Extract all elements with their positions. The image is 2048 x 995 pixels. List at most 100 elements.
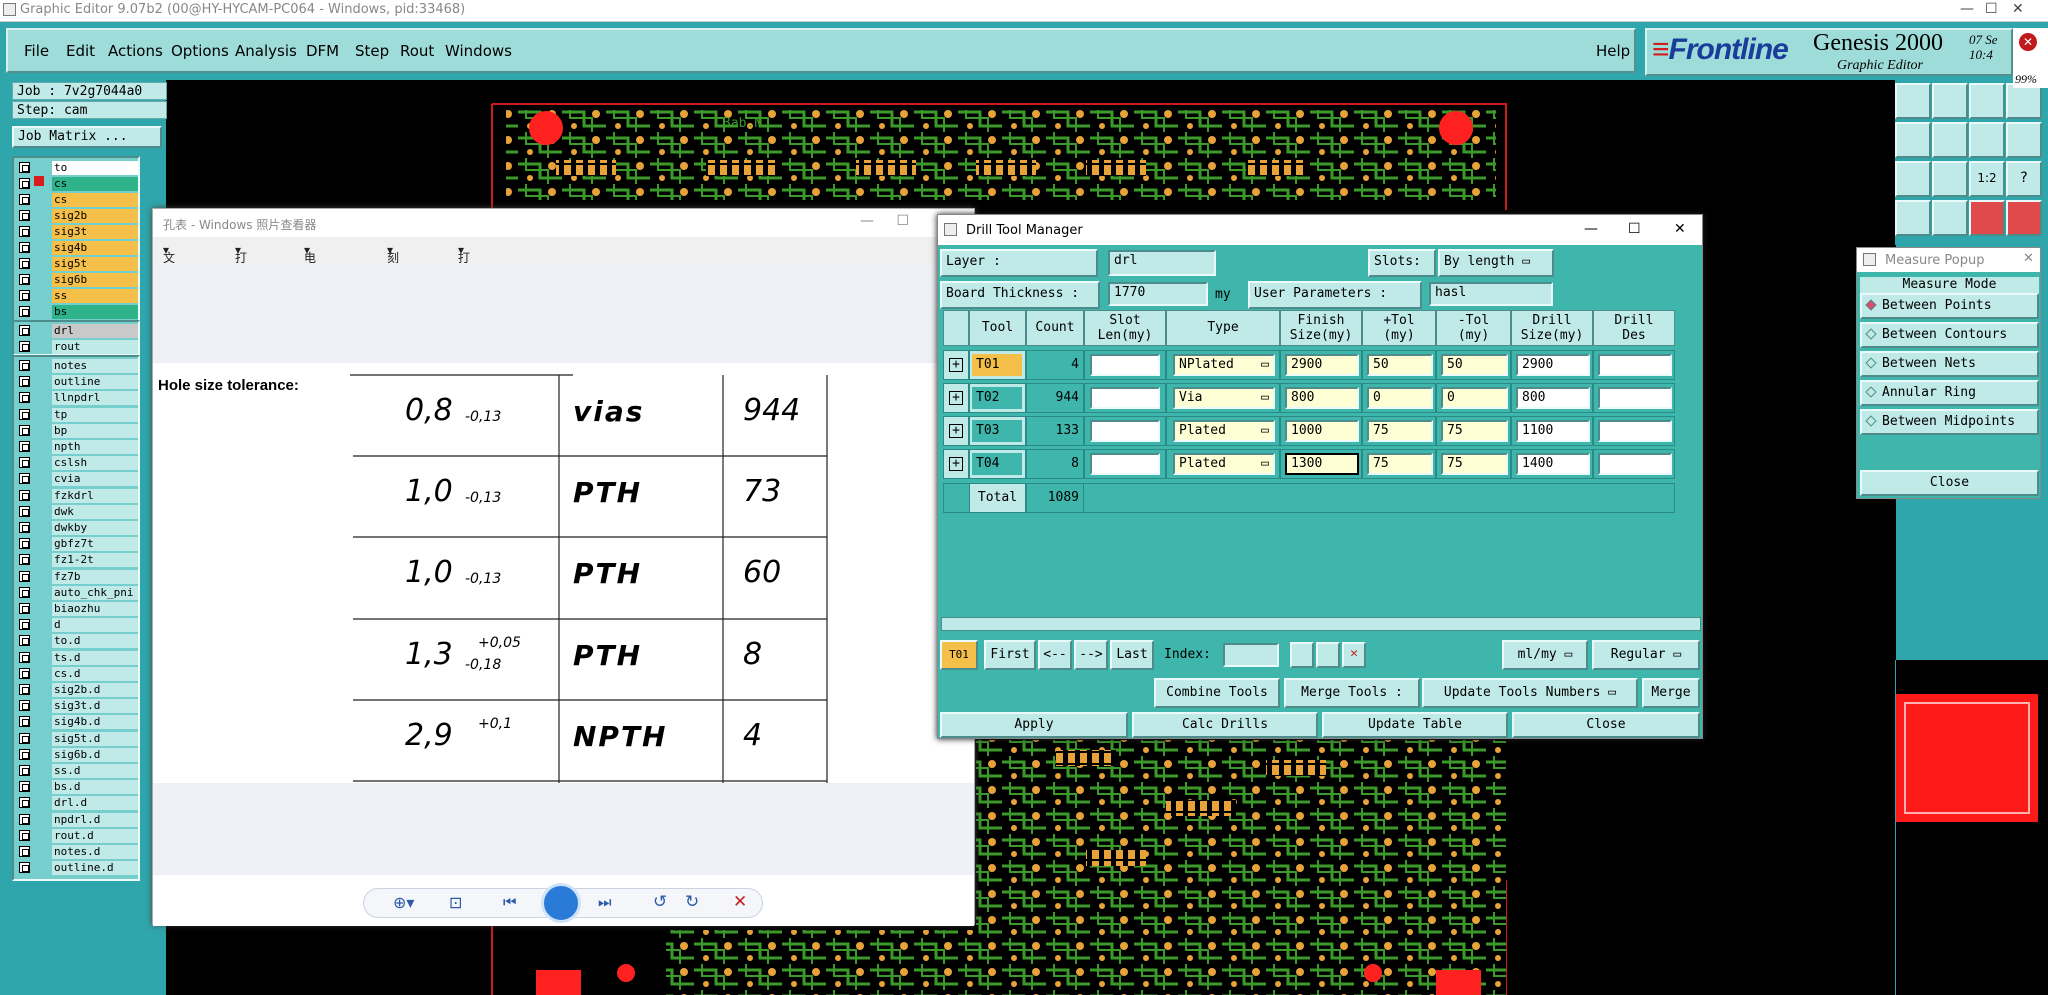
layer-checkbox[interactable]: [19, 748, 30, 760]
layer-checkbox[interactable]: [19, 441, 30, 452]
save-icon[interactable]: [1932, 83, 1968, 119]
layer-row[interactable]: llnpdrl: [14, 390, 138, 406]
drill-size-input[interactable]: 800: [1516, 387, 1590, 409]
close-icon[interactable]: ✕: [2012, 1, 2024, 17]
tool-cell[interactable]: T04: [969, 449, 1026, 479]
layer-row[interactable]: npdrl.d: [14, 812, 138, 828]
apply-button[interactable]: Apply: [940, 712, 1128, 738]
layer-checkbox[interactable]: [19, 651, 30, 663]
layer-row[interactable]: rout.d: [14, 828, 138, 844]
plus-tol-input[interactable]: 0: [1367, 387, 1433, 409]
layer-row[interactable]: sig2b.d: [14, 682, 138, 698]
measure-close-icon[interactable]: ✕: [2023, 251, 2034, 266]
layer-row[interactable]: rout: [14, 339, 138, 355]
layer-checkbox[interactable]: [19, 554, 30, 566]
layer-checkbox[interactable]: [19, 684, 30, 695]
layer-row[interactable]: fz1-2t: [14, 552, 138, 568]
layer-row[interactable]: bs.d: [14, 779, 138, 795]
layer-checkbox[interactable]: [19, 586, 30, 598]
layer-row[interactable]: drl.d: [14, 795, 138, 811]
between-contours-option[interactable]: Between Contours: [1860, 322, 2039, 348]
slot-len-input[interactable]: [1090, 354, 1160, 376]
job-matrix-button[interactable]: Job Matrix ...: [12, 126, 162, 148]
next-icon[interactable]: ⏭: [598, 893, 612, 911]
layer-checkbox[interactable]: [19, 242, 30, 253]
layer-checkbox[interactable]: [19, 274, 30, 285]
layer-checkbox[interactable]: [19, 457, 30, 469]
menu-help[interactable]: Help: [1596, 42, 1630, 60]
swap-icon[interactable]: [1969, 122, 2005, 158]
slots-dropdown[interactable]: By length ▭: [1438, 249, 1554, 277]
layer-checkbox[interactable]: [19, 603, 30, 614]
zoom-icon[interactable]: ⊕▾: [393, 893, 414, 912]
drill-size-input[interactable]: 2900: [1516, 354, 1590, 376]
merge-button[interactable]: Merge: [1642, 678, 1700, 708]
maximize-icon[interactable]: ☐: [1985, 1, 1998, 17]
pin-icon[interactable]: [1932, 200, 1968, 236]
layer-row[interactable]: fz7b: [14, 569, 138, 585]
layer-row[interactable]: auto_chk_pni: [14, 585, 138, 601]
type-dropdown[interactable]: Via ▭: [1173, 387, 1275, 409]
layer-checkbox[interactable]: [19, 846, 30, 857]
photo-maximize-icon[interactable]: ☐: [896, 213, 909, 229]
layer-checkbox[interactable]: [19, 360, 30, 371]
drill-des-input[interactable]: [1598, 387, 1672, 409]
layer-checkbox[interactable]: [19, 325, 30, 336]
layer-row[interactable]: notes.d: [14, 844, 138, 860]
layer-row[interactable]: fzkdrl: [14, 488, 138, 504]
drill-des-input[interactable]: [1598, 354, 1672, 376]
zoom-center-icon[interactable]: [1932, 161, 1968, 197]
layer-checkbox[interactable]: [19, 732, 30, 744]
close-button[interactable]: Close: [1512, 712, 1700, 738]
between-midpoints-option[interactable]: Between Midpoints: [1860, 409, 2039, 435]
row-select-icon[interactable]: +: [943, 449, 969, 479]
type-dropdown[interactable]: Plated ▭: [1173, 453, 1275, 475]
row-select-icon[interactable]: +: [943, 416, 969, 446]
between-nets-option[interactable]: Between Nets: [1860, 351, 2039, 377]
photo-menu-email[interactable]: 电子邮件(E) ▾: [304, 243, 321, 331]
layer-row[interactable]: ts.d: [14, 650, 138, 666]
layer-checkbox[interactable]: [19, 813, 30, 825]
layer-checkbox[interactable]: [19, 306, 30, 317]
layer-row[interactable]: npth: [14, 439, 138, 455]
tool-cell[interactable]: T03: [969, 416, 1026, 446]
layer-field[interactable]: drl: [1108, 250, 1216, 276]
layer-row[interactable]: sig6b.d: [14, 747, 138, 763]
layer-row[interactable]: outline: [14, 374, 138, 390]
board-thickness-field[interactable]: 1770: [1108, 282, 1208, 306]
type-dropdown[interactable]: Plated ▭: [1173, 420, 1275, 442]
layer-checkbox[interactable]: [19, 473, 30, 485]
dtm-close-icon[interactable]: ✕: [1674, 221, 1686, 237]
menu-step[interactable]: Step: [355, 42, 389, 60]
refresh-index-icon[interactable]: [1316, 642, 1340, 668]
layer-checkbox[interactable]: [19, 178, 30, 189]
menu-dfm[interactable]: DFM: [306, 42, 339, 60]
minus-tol-input[interactable]: 75: [1441, 453, 1508, 475]
layer-row[interactable]: sig5t: [14, 256, 138, 272]
layer-checkbox[interactable]: [19, 619, 30, 631]
row-select-icon[interactable]: +: [943, 383, 969, 413]
merge-tools-dropdown[interactable]: Update Tools Numbers ▭: [1422, 678, 1638, 708]
layer-row[interactable]: ss.d: [14, 763, 138, 779]
menu-edit[interactable]: Edit: [66, 42, 95, 60]
mode-dropdown[interactable]: Regular ▭: [1592, 640, 1700, 670]
photo-menu-open[interactable]: 打开(O) ▾: [458, 243, 477, 297]
tool-cell[interactable]: T01: [969, 350, 1026, 380]
annular-ring-option[interactable]: Annular Ring: [1860, 380, 2039, 406]
rotate-left-icon[interactable]: ↺: [653, 892, 667, 912]
slot-len-input[interactable]: [1090, 420, 1160, 442]
finish-size-input[interactable]: 1300: [1285, 453, 1359, 475]
menu-file[interactable]: File: [24, 42, 49, 60]
layer-checkbox[interactable]: [19, 424, 30, 436]
layer-checkbox[interactable]: [19, 341, 30, 352]
drill-des-input[interactable]: [1598, 453, 1672, 475]
menu-actions[interactable]: Actions: [108, 42, 163, 60]
layer-checkbox[interactable]: [19, 226, 30, 237]
index-field[interactable]: [1223, 643, 1279, 667]
between-points-option[interactable]: Between Points: [1860, 293, 2039, 319]
photo-minimize-icon[interactable]: —: [860, 213, 874, 229]
net-icon[interactable]: [1969, 200, 2005, 236]
plus-tol-input[interactable]: 75: [1367, 453, 1433, 475]
layer-row[interactable]: outline.d: [14, 860, 138, 876]
layer-row[interactable]: sig5t.d: [14, 731, 138, 747]
